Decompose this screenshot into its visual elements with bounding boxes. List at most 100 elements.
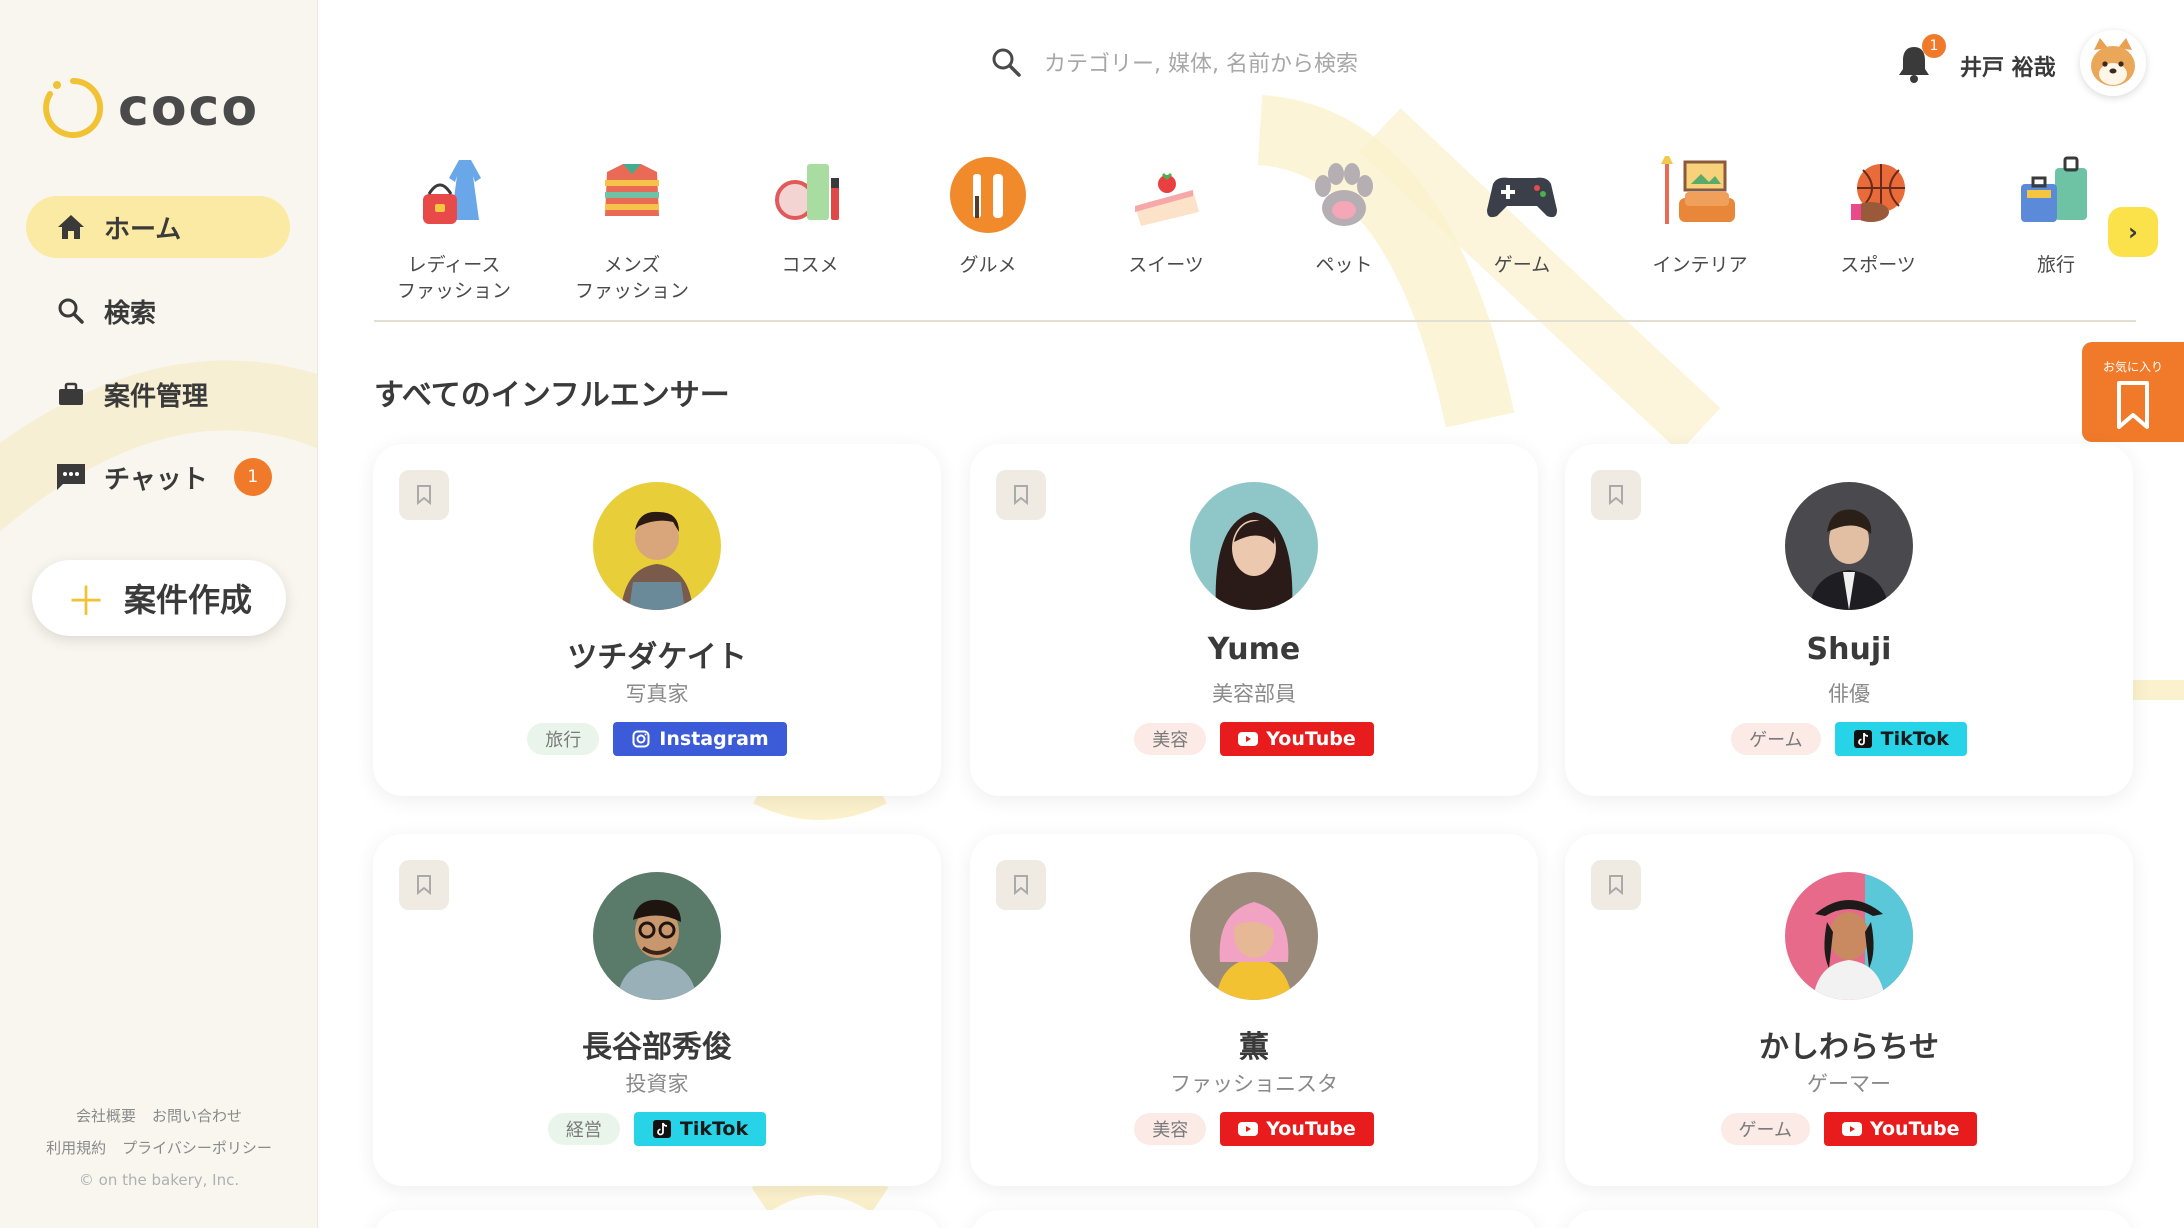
category-tag: ゲーム (1731, 723, 1821, 755)
create-project-button[interactable]: ＋ 案件作成 (32, 560, 286, 636)
tiktok-icon (652, 1119, 672, 1139)
category-pets[interactable]: ペット (1264, 150, 1424, 278)
bookmark-icon (1014, 875, 1028, 896)
influencer-name: 長谷部秀俊 (582, 1030, 732, 1065)
search-input[interactable] (1044, 51, 1444, 77)
platform-label: TikTok (1880, 728, 1949, 750)
category-gourmet[interactable]: グルメ (908, 150, 1068, 278)
logo-ring-icon (43, 77, 104, 138)
category-tag: 美容 (1134, 723, 1207, 755)
bookmark-button[interactable] (1591, 470, 1641, 520)
sidebar: coco ホーム 検索 案件管理 チャット 1 ＋ 案件作成 会社概要 お問い合わ… (0, 0, 318, 1228)
bookmark-icon (1014, 485, 1028, 506)
instagram-icon (631, 729, 651, 749)
divider (374, 320, 2136, 322)
platform-label: TikTok (679, 1118, 749, 1140)
platform-badge: TikTok (1834, 722, 1967, 756)
platform-label: YouTube (1266, 728, 1356, 750)
user-avatar[interactable] (2080, 30, 2146, 96)
sidebar-item-projects[interactable]: 案件管理 (26, 363, 290, 425)
category-games[interactable]: ゲーム (1442, 150, 1602, 278)
sidebar-item-label: 案件管理 (104, 381, 209, 412)
influencer-role: ゲーマー (1807, 1072, 1891, 1096)
sidebar-item-label: チャット (104, 464, 208, 495)
influencer-role: ファッショニスタ (1170, 1072, 1338, 1096)
category-label: ゲーム (1493, 254, 1551, 276)
create-project-label: 案件作成 (123, 581, 252, 619)
category-cosmetics[interactable]: コスメ (730, 150, 890, 278)
person-photo-icon (1190, 482, 1318, 610)
gamepad-icon (1487, 177, 1557, 218)
search-bar[interactable] (990, 44, 1450, 84)
influencer-card[interactable]: ツチダケイト 写真家 旅行 Instagram (373, 444, 941, 796)
plus-icon: ＋ (65, 579, 106, 625)
platform-label: YouTube (1869, 1118, 1960, 1140)
influencer-name: 薫 (1239, 1030, 1269, 1065)
sidebar-item-home[interactable]: ホーム (26, 196, 290, 258)
sidebar-item-search[interactable]: 検索 (26, 280, 290, 342)
favorites-tab[interactable]: お気に入り (2082, 342, 2184, 442)
influencer-role: 投資家 (625, 1072, 689, 1096)
bookmark-button[interactable] (399, 470, 449, 520)
sidebar-item-label: 検索 (104, 298, 157, 329)
person-photo-icon (1190, 872, 1318, 1000)
sidebar-item-chat[interactable]: チャット 1 (26, 446, 290, 508)
person-photo-icon (593, 872, 721, 1000)
category-sports[interactable]: スポーツ (1798, 150, 1958, 278)
fork-knife-icon (950, 157, 1026, 233)
category-interior[interactable]: インテリア (1620, 150, 1780, 278)
category-label: ペット (1315, 254, 1373, 276)
influencer-role: 美容部員 (1212, 682, 1296, 706)
tag-list: ゲーム YouTube (1565, 1112, 2133, 1146)
briefcase-icon (54, 377, 88, 411)
category-label: メンズ ファッション (574, 254, 689, 302)
tag-list: 経営 TikTok (373, 1112, 941, 1146)
category-label: 旅行 (2036, 254, 2075, 276)
footer-contact-link[interactable]: お問い合わせ (152, 1107, 242, 1125)
user-name[interactable]: 井戸 裕哉 (1960, 50, 2056, 82)
influencer-card[interactable]: かしわらちせ ゲーマー ゲーム YouTube (1565, 834, 2133, 1186)
footer-terms-link[interactable]: 利用規約 (46, 1139, 106, 1157)
category-label: レディース ファッション (396, 254, 511, 302)
tag-list: 美容 YouTube (970, 1112, 1538, 1146)
category-tag: 美容 (1134, 1113, 1207, 1145)
notification-button[interactable]: 1 (1896, 34, 1946, 88)
footer-company-link[interactable]: 会社概要 (76, 1107, 136, 1125)
bookmark-button[interactable] (399, 860, 449, 910)
category-next-button[interactable]: › (2108, 207, 2158, 257)
bookmark-button[interactable] (996, 470, 1046, 520)
tag-list: ゲーム TikTok (1565, 722, 2133, 756)
category-label: スポーツ (1840, 254, 1916, 276)
chevron-right-icon: › (2128, 218, 2138, 246)
influencer-name: Shuji (1806, 632, 1892, 667)
category-ladies-fashion[interactable]: レディース ファッション (374, 150, 534, 304)
sidebar-item-label: ホーム (104, 214, 182, 245)
category-sweets[interactable]: スイーツ (1086, 150, 1246, 278)
influencer-card[interactable]: Yume 美容部員 美容 YouTube (970, 444, 1538, 796)
category-label: インテリア (1652, 254, 1748, 276)
dress-icon (423, 160, 481, 224)
bookmark-button[interactable] (1591, 860, 1641, 910)
influencer-card[interactable]: 薫 ファッショニスタ 美容 YouTube (970, 834, 1538, 1186)
category-tag: 旅行 (527, 723, 600, 755)
logo[interactable]: coco (40, 72, 280, 144)
influencer-card-partial[interactable] (373, 1210, 941, 1228)
influencer-card[interactable]: Shuji 俳優 ゲーム TikTok (1565, 444, 2133, 796)
influencer-name: ツチダケイト (567, 640, 747, 675)
influencer-card[interactable]: 長谷部秀俊 投資家 経営 TikTok (373, 834, 941, 1186)
platform-badge: YouTube (1823, 1112, 1978, 1146)
bookmark-icon (1609, 485, 1623, 506)
bookmark-button[interactable] (996, 860, 1046, 910)
category-mens-fashion[interactable]: メンズ ファッション (552, 150, 712, 304)
category-label: スイーツ (1128, 254, 1204, 276)
influencer-card-partial[interactable] (970, 1210, 1538, 1228)
search-icon[interactable] (990, 46, 1022, 82)
footer-links: 会社概要 お問い合わせ 利用規約 プライバシーポリシー © on the baker… (0, 1100, 317, 1196)
cake-icon (1135, 172, 1199, 226)
platform-badge: Instagram (613, 722, 787, 756)
influencer-card-partial[interactable] (1565, 1210, 2133, 1228)
logo-text: coco (118, 78, 260, 138)
footer-privacy-link[interactable]: プライバシーポリシー (122, 1139, 272, 1157)
platform-badge: YouTube (1220, 722, 1374, 756)
shirt-icon (605, 164, 659, 216)
